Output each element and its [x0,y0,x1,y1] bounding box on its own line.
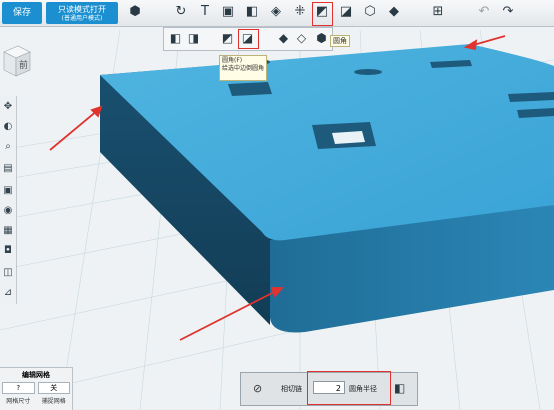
solid-icon[interactable]: ◧ [244,4,260,20]
grid-size-label: 网格尺寸 [6,398,31,405]
paint-icon[interactable]: ◐ [1,120,15,134]
text-icon[interactable]: T [197,4,213,20]
view-cube-label: 前 [19,59,28,71]
view-cube[interactable]: 前 [2,44,32,78]
tooltip-desc: 给选中边倒圆角 [222,65,265,72]
highlight-toolbar-fillet [312,2,333,26]
grid-panel: 编辑网格 ? 关 网格尺寸 捕捉网格 [0,367,73,410]
grid-panel-title: 编辑网格 [22,371,50,379]
shell-icon[interactable]: ⬡ [362,4,378,20]
project-label: 只读模式打开 [58,5,106,14]
eye-icon[interactable]: ◉ [1,204,15,218]
frame-icon[interactable]: ▦ [1,224,15,238]
combine-icon[interactable]: ◆ [386,4,402,20]
project-sublabel: (普通用户模式) [61,15,103,22]
redo-icon[interactable]: ↷ [500,4,516,20]
fillet-tool-icon: ◧ [394,381,406,395]
fillet-tooltip: 圆角(F) 给选中边倒圆角 [219,55,267,81]
chamfer-icon[interactable]: ◪ [338,4,354,20]
grid-snap-select[interactable]: 关 [37,382,70,394]
box-icon[interactable]: ▣ [220,4,236,20]
undo-icon[interactable]: ↶ [476,4,492,20]
fillet-panel: ⊘ 相切链 2 圆角半径 ◧ [240,371,418,406]
solid-e-icon[interactable]: ◇ [294,31,309,46]
highlight-subbar-fillet [238,29,259,49]
tooltip-title: 圆角(F) [222,57,243,64]
rotate-icon[interactable]: ↻ [173,4,189,20]
insert-icon[interactable]: ⊞ [430,4,446,20]
save-button[interactable]: 保存 [2,2,42,24]
project-button[interactable]: 只读模式打开 (普通用户模式) [46,2,118,24]
main-toolbar: 保存 只读模式打开 (普通用户模式) ⬢ ↻ T ▣ ◧ ◈ ⁜ ◩ ◪ ⬡ ◆… [0,0,554,27]
camera-icon[interactable]: ◘ [1,244,15,258]
measure-icon[interactable]: ⊿ [1,286,15,300]
solid-d-icon[interactable]: ◆ [276,31,291,46]
move-icon[interactable]: ✥ [1,100,15,114]
fillet-subtoolbar: ◧ ◨ ◩ ◪ ◆ ◇ ⬢ [163,27,333,51]
box-icon[interactable]: ▣ [1,184,15,198]
layer-icon[interactable]: ▤ [1,162,15,176]
tangent-chain-label[interactable]: 相切链 [281,384,302,394]
fillet-hint: 圆角 [330,35,350,47]
left-toolbar: ✥ ◐ ⌕ ▤ ▣ ◉ ▦ ◘ ◫ ⊿ [0,96,17,304]
solid-a-icon[interactable]: ◧ [168,31,183,46]
highlight-fillet-radius [307,371,391,405]
cancel-icon[interactable]: ⊘ [253,382,262,395]
grid-snap-label: 捕捉网格 [41,398,66,405]
grid-size-input[interactable]: ? [2,382,35,394]
solid-b-icon[interactable]: ◨ [186,31,201,46]
cube-view-icon[interactable]: ⬢ [127,4,143,20]
search-icon[interactable]: ⌕ [1,140,15,154]
transform-icon[interactable]: ◈ [268,4,284,20]
solid-f-icon[interactable]: ⬢ [314,31,329,46]
pattern-icon[interactable]: ⁜ [292,4,308,20]
3d-viewport[interactable] [0,0,554,409]
stack-icon[interactable]: ◫ [1,266,15,280]
solid-c-icon[interactable]: ◩ [220,31,235,46]
